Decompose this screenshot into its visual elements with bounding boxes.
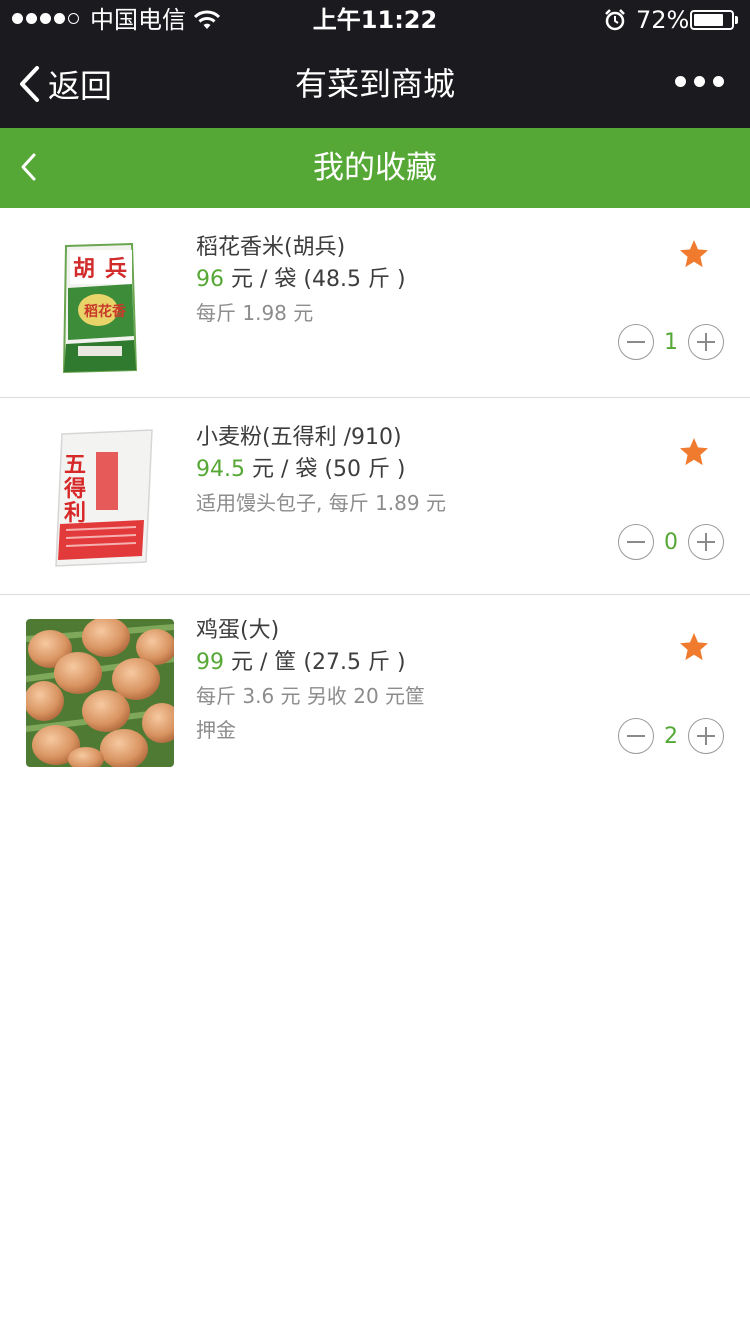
- svg-text:兵: 兵: [105, 257, 127, 282]
- product-name: 鸡蛋(大): [196, 618, 280, 643]
- favorite-star-icon[interactable]: [678, 436, 710, 472]
- product-description: 每斤 1.98 元: [196, 301, 314, 325]
- favorites-list: 胡 兵 稻花香 稻花香米(胡兵) 96 元 / 袋 (48.5 斤 ) 每斤 1…: [0, 208, 750, 785]
- svg-text:稻花香: 稻花香: [84, 303, 127, 320]
- decrease-button[interactable]: [618, 718, 654, 754]
- quantity-stepper: 0: [618, 524, 724, 560]
- product-image-flour: 五 得 利: [26, 426, 174, 574]
- increase-button[interactable]: [688, 524, 724, 560]
- list-item[interactable]: 五 得 利 小麦粉(五得利 /910) 94.5 元 / 袋 (50 斤 ) 适…: [0, 398, 750, 595]
- favorite-star-icon[interactable]: [678, 631, 710, 667]
- page-header: 我的收藏: [0, 128, 750, 208]
- price-line: 96 元 / 袋 (48.5 斤 ): [196, 264, 406, 296]
- svg-text:利: 利: [64, 501, 86, 526]
- product-description: 适用馒头包子, 每斤 1.89 元: [196, 491, 446, 515]
- product-image-rice: 胡 兵 稻花香: [26, 232, 174, 380]
- price-unit: 元 / 袋 (48.5 斤 ): [224, 267, 406, 292]
- product-price: 99: [196, 650, 224, 675]
- decrease-button[interactable]: [618, 524, 654, 560]
- page-title: 我的收藏: [313, 150, 437, 186]
- decrease-button[interactable]: [618, 324, 654, 360]
- price-line: 99 元 / 筐 (27.5 斤 ): [196, 647, 425, 679]
- increase-button[interactable]: [688, 718, 724, 754]
- quantity-stepper: 2: [618, 718, 724, 754]
- product-price: 96: [196, 267, 224, 292]
- price-unit: 元 / 筐 (27.5 斤 ): [224, 650, 406, 675]
- battery-percentage: 72%: [636, 6, 690, 34]
- product-description: 每斤 3.6 元 另收 20 元筐: [196, 684, 426, 708]
- quantity-value: 0: [664, 529, 678, 555]
- quantity-value: 1: [664, 329, 678, 355]
- battery-tip: [735, 16, 738, 24]
- quantity-value: 2: [664, 723, 678, 749]
- product-name: 小麦粉(五得利 /910): [196, 425, 402, 450]
- product-price: 94.5: [196, 457, 245, 482]
- more-options-button[interactable]: [675, 76, 724, 87]
- list-item[interactable]: 鸡蛋(大) 99 元 / 筐 (27.5 斤 ) 每斤 3.6 元 另收 20 …: [0, 595, 750, 785]
- favorite-star-icon[interactable]: [678, 238, 710, 274]
- more-dots-icon: [675, 76, 686, 87]
- product-name: 稻花香米(胡兵): [196, 235, 346, 260]
- svg-text:得: 得: [63, 476, 86, 502]
- status-bar: 中国电信 上午11:22 72%: [0, 0, 750, 40]
- svg-text:五: 五: [64, 453, 86, 478]
- battery-icon: [690, 10, 734, 30]
- product-description-continued: 押金: [196, 718, 236, 742]
- list-item[interactable]: 胡 兵 稻花香 稻花香米(胡兵) 96 元 / 袋 (48.5 斤 ) 每斤 1…: [0, 208, 750, 398]
- alarm-icon: [604, 9, 626, 35]
- svg-text:胡: 胡: [73, 257, 95, 282]
- quantity-stepper: 1: [618, 324, 724, 360]
- price-line: 94.5 元 / 袋 (50 斤 ): [196, 454, 446, 486]
- nav-title: 有菜到商城: [294, 65, 455, 103]
- price-unit: 元 / 袋 (50 斤 ): [244, 457, 406, 482]
- increase-button[interactable]: [688, 324, 724, 360]
- product-image-eggs: [24, 617, 182, 771]
- nav-bar: 返回 有菜到商城: [0, 40, 750, 128]
